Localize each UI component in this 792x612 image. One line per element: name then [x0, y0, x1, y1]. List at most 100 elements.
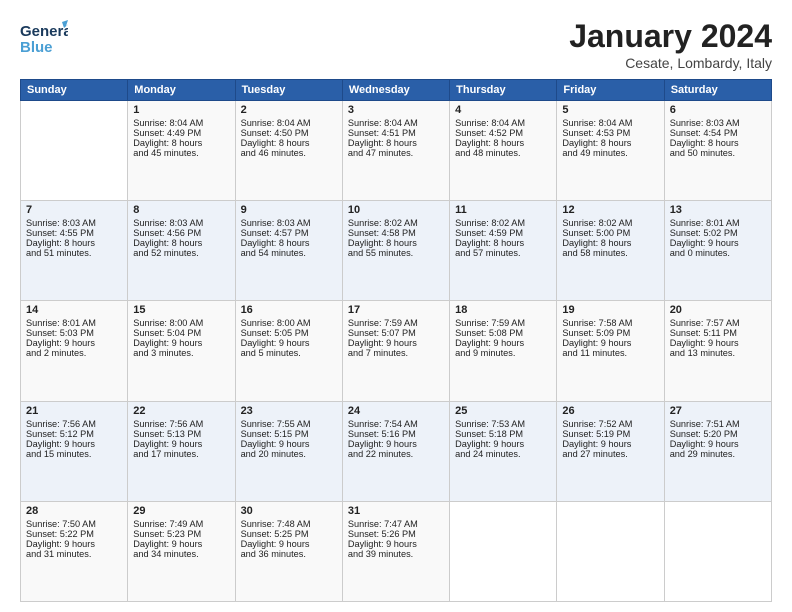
week-row-2: 7 Sunrise: 8:03 AM Sunset: 4:55 PM Daylight… [21, 201, 772, 301]
day-detail: Daylight: 8 hours [133, 138, 229, 148]
day-detail: Sunrise: 7:51 AM [670, 419, 766, 429]
day-number: 18 [455, 304, 551, 316]
week-row-4: 21Sunrise: 7:56 AMSunset: 5:12 PMDayligh… [21, 401, 772, 501]
day-number: 6 [670, 104, 766, 116]
day-detail: Daylight: 8 hours [241, 238, 337, 248]
day-detail: Sunset: 5:19 PM [562, 429, 658, 439]
day-number: 8 [133, 204, 229, 216]
day-number: 9 [241, 204, 337, 216]
day-number: 17 [348, 304, 444, 316]
day-detail: Sunrise: 8:04 AM [455, 118, 551, 128]
day-detail: Daylight: 8 hours [562, 238, 658, 248]
day-detail: Sunrise: 8:03 AM [241, 218, 337, 228]
day-detail: Sunset: 4:54 PM [670, 128, 766, 138]
day-detail: Daylight: 9 hours [26, 539, 122, 549]
table-row: 29Sunrise: 7:49 AMSunset: 5:23 PMDayligh… [128, 501, 235, 601]
day-detail: Daylight: 9 hours [348, 338, 444, 348]
day-detail: Daylight: 8 hours [241, 138, 337, 148]
day-detail: and 50 minutes. [670, 148, 766, 158]
day-detail: Daylight: 9 hours [241, 439, 337, 449]
day-detail: and 24 minutes. [455, 449, 551, 459]
day-detail: and 0 minutes. [670, 248, 766, 258]
table-row: 8Sunrise: 8:03 AMSunset: 4:56 PMDaylight… [128, 201, 235, 301]
day-detail: Sunrise: 7:48 AM [241, 519, 337, 529]
day-number: 11 [455, 204, 551, 216]
day-detail: and 51 minutes. [26, 248, 122, 258]
day-detail: Sunset: 5:04 PM [133, 328, 229, 338]
table-row: 4Sunrise: 8:04 AMSunset: 4:52 PMDaylight… [450, 101, 557, 201]
day-detail: Daylight: 9 hours [133, 539, 229, 549]
day-detail: Daylight: 9 hours [670, 338, 766, 348]
day-detail: Daylight: 9 hours [562, 439, 658, 449]
day-detail: Sunset: 5:03 PM [26, 328, 122, 338]
day-detail: and 22 minutes. [348, 449, 444, 459]
day-detail: Sunset: 4:50 PM [241, 128, 337, 138]
table-row: 2Sunrise: 8:04 AMSunset: 4:50 PMDaylight… [235, 101, 342, 201]
day-detail: Sunrise: 7:59 AM [348, 318, 444, 328]
day-number: 26 [562, 405, 658, 417]
day-detail: Daylight: 9 hours [455, 439, 551, 449]
table-row: 16Sunrise: 8:00 AMSunset: 5:05 PMDayligh… [235, 301, 342, 401]
table-row: 22 Sunrise: 7:56 AMSunset: 5:13 PMDayligh… [128, 401, 235, 501]
day-detail: Sunrise: 7:47 AM [348, 519, 444, 529]
weekday-header-thursday: Thursday [450, 80, 557, 101]
week-row-3: 14Sunrise: 8:01 AMSunset: 5:03 PMDayligh… [21, 301, 772, 401]
table-row: 24Sunrise: 7:54 AMSunset: 5:16 PMDayligh… [342, 401, 449, 501]
table-row [21, 101, 128, 201]
day-detail: Sunset: 4:51 PM [348, 128, 444, 138]
table-row: 3Sunrise: 8:04 AMSunset: 4:51 PMDaylight… [342, 101, 449, 201]
day-detail: and 3 minutes. [133, 348, 229, 358]
day-detail: Sunset: 5:13 PM [133, 429, 229, 439]
day-detail: Sunset: 5:23 PM [133, 529, 229, 539]
day-detail: Daylight: 9 hours [348, 439, 444, 449]
day-detail: Sunrise: 8:04 AM [241, 118, 337, 128]
day-detail: and 5 minutes. [241, 348, 337, 358]
day-number: 29 [133, 505, 229, 517]
day-number: 12 [562, 204, 658, 216]
day-number: 10 [348, 204, 444, 216]
table-row: 18Sunrise: 7:59 AMSunset: 5:08 PMDayligh… [450, 301, 557, 401]
table-row: 14Sunrise: 8:01 AMSunset: 5:03 PMDayligh… [21, 301, 128, 401]
day-number: 14 [26, 304, 122, 316]
day-detail: and 46 minutes. [241, 148, 337, 158]
table-row: 5Sunrise: 8:04 AMSunset: 4:53 PMDaylight… [557, 101, 664, 201]
day-detail: Daylight: 9 hours [133, 439, 229, 449]
day-detail: Sunset: 5:11 PM [670, 328, 766, 338]
day-detail: Sunrise: 8:03 AM [133, 218, 229, 228]
day-detail: and 20 minutes. [241, 449, 337, 459]
day-detail: and 34 minutes. [133, 549, 229, 559]
day-detail: Daylight: 9 hours [26, 439, 122, 449]
day-detail: and 17 minutes. [133, 449, 229, 459]
day-number: 13 [670, 204, 766, 216]
svg-text:General: General [20, 23, 68, 40]
weekday-header-row: SundayMondayTuesdayWednesdayThursdayFrid… [21, 80, 772, 101]
day-detail: Daylight: 9 hours [348, 539, 444, 549]
table-row [450, 501, 557, 601]
day-detail: Sunset: 4:58 PM [348, 228, 444, 238]
day-detail: Sunrise: 7:56 AM [133, 419, 229, 429]
day-number: 7 [26, 204, 122, 216]
day-detail: and 13 minutes. [670, 348, 766, 358]
day-number: 22 [133, 405, 229, 417]
day-number: 28 [26, 505, 122, 517]
table-row: 21Sunrise: 7:56 AMSunset: 5:12 PMDayligh… [21, 401, 128, 501]
day-detail: Sunset: 5:02 PM [670, 228, 766, 238]
day-detail: and 52 minutes. [133, 248, 229, 258]
header: General Blue January 2024 Cesate, Lombar… [20, 18, 772, 71]
day-detail: Sunset: 5:18 PM [455, 429, 551, 439]
title-block: January 2024 Cesate, Lombardy, Italy [569, 18, 772, 71]
day-detail: Sunrise: 7:58 AM [562, 318, 658, 328]
table-row [557, 501, 664, 601]
day-detail: and 45 minutes. [133, 148, 229, 158]
table-row: 30Sunrise: 7:48 AMSunset: 5:25 PMDayligh… [235, 501, 342, 601]
day-detail: Sunset: 5:07 PM [348, 328, 444, 338]
day-detail: Sunset: 5:22 PM [26, 529, 122, 539]
day-detail: Sunrise: 8:00 AM [241, 318, 337, 328]
day-number: 31 [348, 505, 444, 517]
weekday-header-saturday: Saturday [664, 80, 771, 101]
table-row: 25Sunrise: 7:53 AMSunset: 5:18 PMDayligh… [450, 401, 557, 501]
table-row: 17 Sunrise: 7:59 AMSunset: 5:07 PMDayligh… [342, 301, 449, 401]
day-detail: Sunset: 4:55 PM [26, 228, 122, 238]
table-row: 11Sunrise: 8:02 AMSunset: 4:59 PMDayligh… [450, 201, 557, 301]
day-detail: and 57 minutes. [455, 248, 551, 258]
